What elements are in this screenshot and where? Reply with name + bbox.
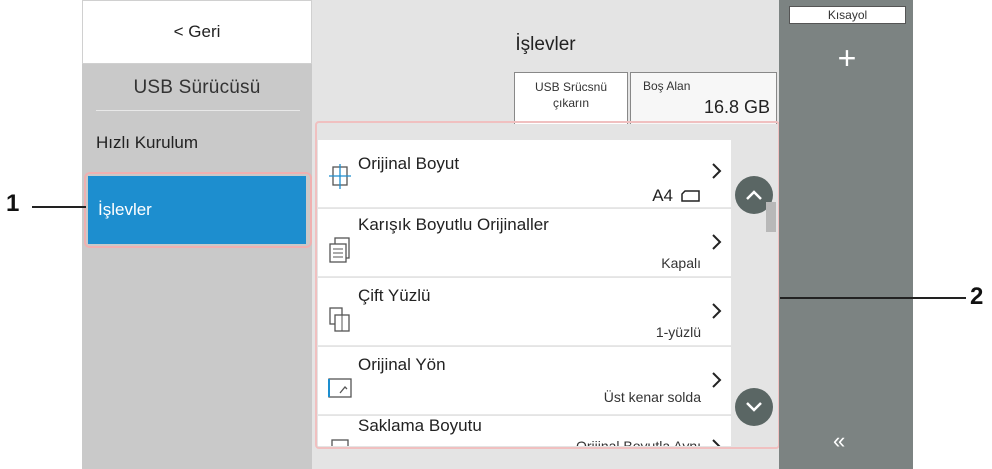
usb-drive-title: USB Sürücüsü xyxy=(133,77,261,98)
chevron-up-icon xyxy=(746,190,762,200)
chevron-right-icon xyxy=(712,303,722,319)
callout-line-2 xyxy=(780,297,966,299)
left-panel: < Geri USB Sürücüsü Hızlı Kurulum İşlevl… xyxy=(82,0,312,469)
remove-usb-label-line2: çıkarın xyxy=(552,96,589,110)
right-panel: Kısayol + « xyxy=(779,0,913,469)
function-item-title: Orijinal Boyut xyxy=(358,154,460,173)
function-list: Orijinal Boyut A4 Karışık Boyutlu Orijin… xyxy=(318,124,784,446)
function-item-title: Orijinal Yön xyxy=(358,355,446,374)
scroll-down-button[interactable] xyxy=(735,388,773,426)
paper-size-text: A4 xyxy=(652,186,673,205)
back-button[interactable]: < Geri xyxy=(82,0,312,64)
remove-usb-label-line1: USB Srücsnü xyxy=(534,80,608,94)
callout-line-1 xyxy=(32,206,86,208)
function-item-original-size[interactable]: Orijinal Boyut A4 xyxy=(318,140,731,208)
function-item-value: Orijinal Boyutla Aynı xyxy=(575,438,701,446)
free-space-label: Boş Alan xyxy=(643,79,691,93)
page-title: İşlevler xyxy=(515,34,576,55)
function-item-title: Saklama Boyutu xyxy=(358,416,482,435)
main-panel: İşlevler USB Srücsnü çıkarın Boş Alan 16… xyxy=(312,0,779,469)
chevron-right-icon xyxy=(712,163,722,179)
add-shortcut-button[interactable]: + xyxy=(829,40,865,76)
original-size-icon xyxy=(329,164,351,189)
mixed-originals-icon xyxy=(329,237,350,263)
orientation-icon xyxy=(328,378,352,398)
chevron-right-icon xyxy=(712,439,721,446)
function-item-storage-size[interactable]: Saklama Boyutu Orijinal Boyutla Aynı xyxy=(318,416,731,446)
divider xyxy=(96,110,300,111)
free-space-box: Boş Alan 16.8 GB xyxy=(630,72,777,124)
shortcut-button[interactable]: Kısayol xyxy=(789,6,906,24)
chevron-right-icon xyxy=(712,372,722,388)
menu-item-functions[interactable]: İşlevler xyxy=(88,176,306,244)
remove-usb-button[interactable]: USB Srücsnü çıkarın xyxy=(514,72,628,124)
function-item-value: 1-yüzlü xyxy=(655,324,701,340)
scrollbar-thumb[interactable] xyxy=(766,202,776,232)
free-space-value: 16.8 GB xyxy=(703,97,770,117)
chevron-right-icon xyxy=(712,234,722,250)
paper-orientation-icon xyxy=(681,190,700,202)
store-size-icon xyxy=(331,439,349,446)
chevron-down-icon xyxy=(746,402,762,412)
function-item-value: Üst kenar solda xyxy=(603,389,701,405)
function-item-value: A4 xyxy=(652,186,701,206)
function-item-title: Çift Yüzlü xyxy=(358,286,431,305)
callout-number-2: 2 xyxy=(970,283,984,310)
collapse-button[interactable]: « xyxy=(833,428,845,454)
callout-number-1: 1 xyxy=(6,190,20,217)
function-item-value: Kapalı xyxy=(661,255,701,271)
duplex-icon xyxy=(329,307,350,332)
menu-item-quick-setup[interactable]: Hızlı Kurulum xyxy=(82,118,312,168)
function-item-title: Karışık Boyutlu Orijinaller xyxy=(358,215,549,234)
function-item-original-orientation[interactable]: Orijinal Yön Üst kenar solda xyxy=(318,347,731,415)
function-item-mixed-originals[interactable]: Karışık Boyutlu Orijinaller Kapalı xyxy=(318,209,731,277)
function-item-duplex[interactable]: Çift Yüzlü 1-yüzlü xyxy=(318,278,731,346)
